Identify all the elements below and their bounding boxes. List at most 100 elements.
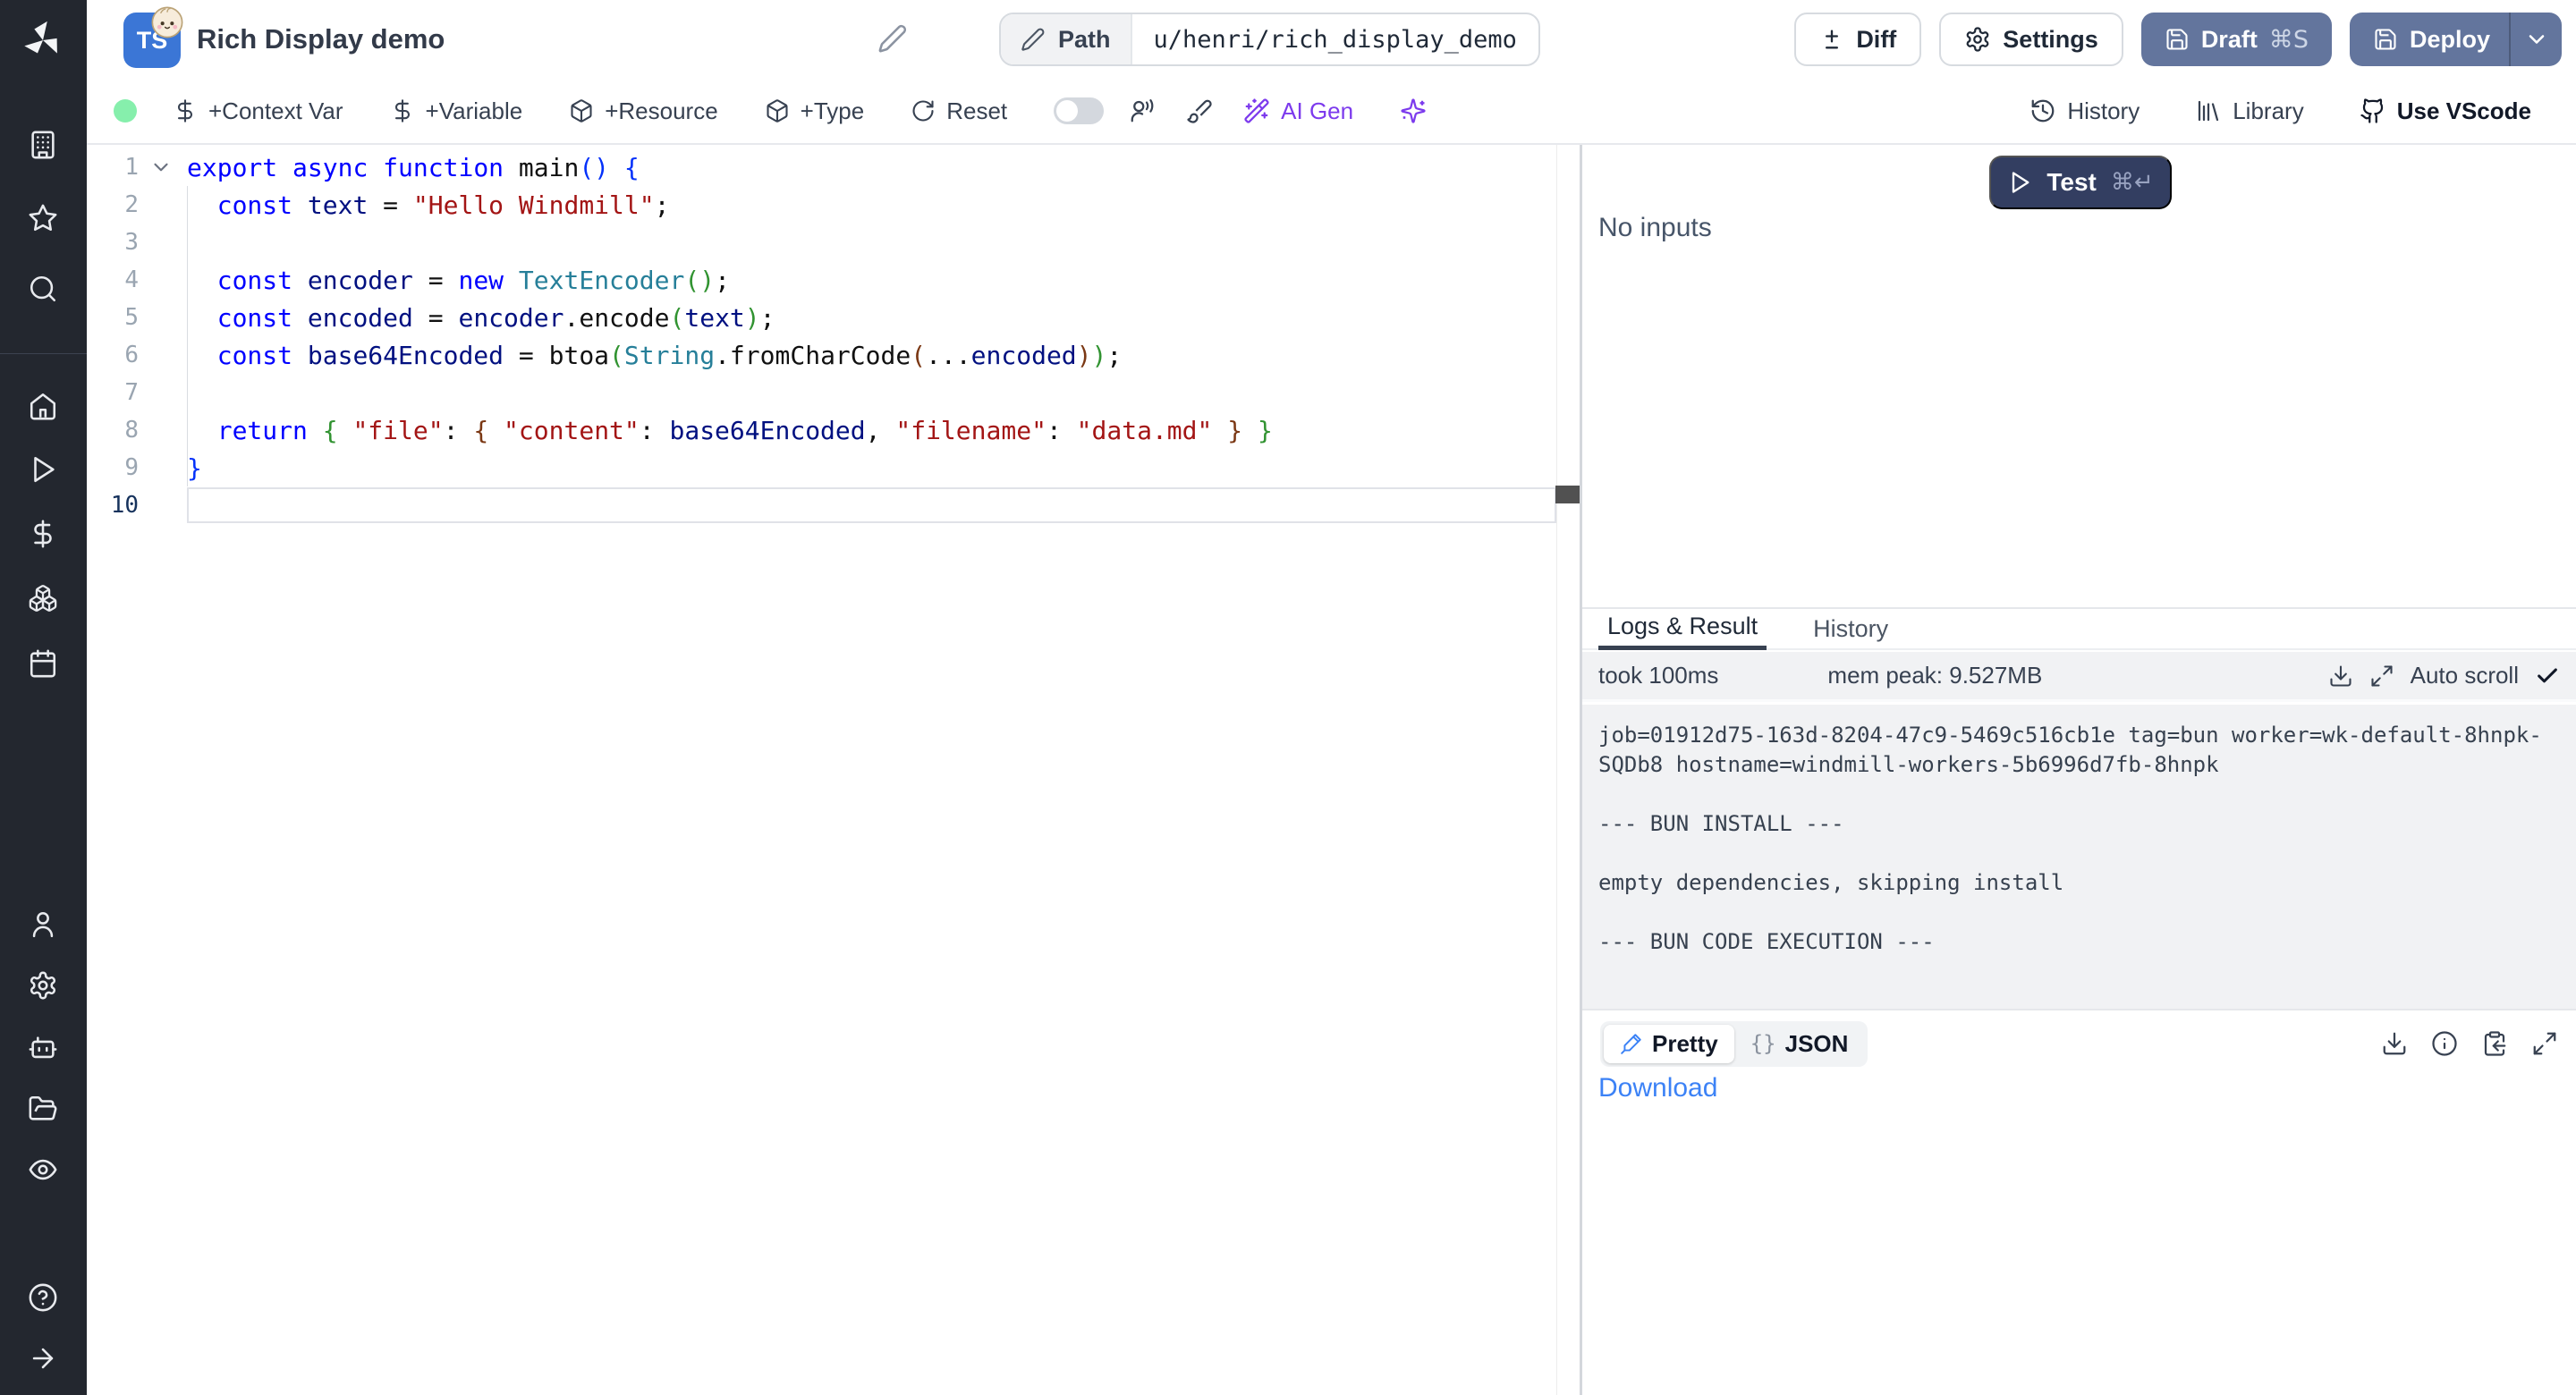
line-number: 10: [87, 492, 139, 519]
audit-logs-eye-icon[interactable]: [28, 1154, 58, 1185]
run-panel: Test ⌘↵ No inputs Logs & Result History …: [1582, 145, 2576, 1395]
ai-sparkles-icon[interactable]: [1400, 97, 1427, 124]
no-inputs-text: No inputs: [1598, 213, 1712, 243]
format-brush-icon[interactable]: [1186, 97, 1213, 124]
line-number: 9: [87, 454, 139, 481]
add-resource-button[interactable]: +Resource: [569, 97, 717, 125]
diff-button[interactable]: Diff: [1794, 13, 1921, 66]
workspace-icon[interactable]: [28, 130, 58, 160]
draft-button[interactable]: Draft ⌘S: [2141, 13, 2332, 66]
home-icon[interactable]: [28, 391, 58, 421]
result-download-link[interactable]: Download: [1598, 1073, 1717, 1103]
job-logs-text: job=01912d75-163d-8204-47c9-5469c516cb1e…: [1598, 721, 2561, 957]
code-line[interactable]: 9}: [87, 449, 1580, 486]
resources-boxes-icon[interactable]: [28, 583, 58, 613]
draft-label: Draft: [2201, 26, 2258, 54]
code-line[interactable]: 1export async function main() {: [87, 148, 1580, 186]
edit-summary-pencil-icon[interactable]: [877, 23, 908, 54]
download-logs-icon[interactable]: [2328, 664, 2353, 689]
code-editor[interactable]: 1export async function main() {2 const t…: [87, 145, 1580, 1395]
deploy-label: Deploy: [2410, 26, 2490, 54]
code-line[interactable]: 6 const base64Encoded = btoa(String.from…: [87, 336, 1580, 374]
save-icon: [2373, 27, 2398, 52]
code-line[interactable]: 5 const encoded = encoder.encode(text);: [87, 299, 1580, 336]
draft-shortcut: ⌘S: [2269, 26, 2309, 54]
ai-gen-button[interactable]: AI Gen: [1243, 97, 1353, 125]
path-label-section[interactable]: Path: [1001, 14, 1132, 64]
save-icon: [2165, 27, 2190, 52]
bun-runtime-icon: [150, 5, 184, 39]
help-icon[interactable]: [28, 1282, 58, 1313]
top-bar-actions: Diff Settings Draft ⌘S Deploy: [1794, 13, 2562, 66]
users-icon[interactable]: [28, 909, 58, 940]
library-button[interactable]: Library: [2195, 97, 2303, 125]
pencil-icon: [1021, 27, 1046, 52]
use-vscode-button[interactable]: Use VScode: [2360, 97, 2531, 125]
download-result-icon[interactable]: [2381, 1030, 2408, 1057]
pretty-label: Pretty: [1652, 1030, 1718, 1058]
tab-history[interactable]: History: [1804, 607, 1897, 650]
expand-result-icon[interactable]: [2531, 1030, 2558, 1057]
top-bar: TS Rich Display demo Path u/henri/rich_d…: [87, 0, 2576, 79]
result-view-switch: Pretty {} JSON: [1600, 1021, 1868, 1067]
path-value[interactable]: u/henri/rich_display_demo: [1132, 14, 1538, 64]
braces-icon: {}: [1750, 1031, 1776, 1056]
play-icon: [2007, 170, 2032, 195]
workers-robot-icon[interactable]: [28, 1033, 58, 1063]
result-view-json[interactable]: {} JSON: [1734, 1025, 1865, 1063]
variables-dollar-icon[interactable]: [28, 519, 58, 549]
settings-gear-icon[interactable]: [28, 970, 58, 1001]
add-type-button[interactable]: +Type: [765, 97, 865, 125]
runs-play-icon[interactable]: [28, 454, 58, 485]
code-line[interactable]: 10: [87, 486, 1580, 524]
code-line[interactable]: 4 const encoder = new TextEncoder();: [87, 261, 1580, 299]
editor-toolbar: +Context Var +Variable +Resource +Type R…: [87, 79, 2576, 145]
favorites-star-icon[interactable]: [28, 203, 58, 233]
multiplayer-users-icon[interactable]: [1129, 97, 1156, 124]
line-number: 3: [87, 229, 139, 256]
history-button[interactable]: History: [2029, 97, 2140, 125]
auto-scroll-check-icon[interactable]: [2535, 664, 2560, 689]
settings-button[interactable]: Settings: [1939, 13, 2123, 66]
editor-toolbar-right: History Library Use VScode: [2029, 97, 2576, 125]
code-lines: 1export async function main() {2 const t…: [87, 148, 1580, 524]
auto-scroll-label[interactable]: Auto scroll: [2411, 662, 2519, 689]
line-number: 6: [87, 342, 139, 368]
tab-logs-result[interactable]: Logs & Result: [1598, 607, 1767, 650]
deploy-button[interactable]: Deploy: [2350, 13, 2562, 66]
test-shortcut: ⌘↵: [2111, 169, 2154, 196]
expand-logs-icon[interactable]: [2369, 664, 2394, 689]
job-logs[interactable]: job=01912d75-163d-8204-47c9-5469c516cb1e…: [1582, 705, 2576, 1009]
add-context-var-button[interactable]: +Context Var: [173, 97, 343, 125]
fold-chevron-icon[interactable]: [149, 156, 173, 179]
chevron-down-icon[interactable]: [2524, 27, 2549, 52]
deploy-split-divider: [2509, 13, 2511, 66]
schedules-calendar-icon[interactable]: [28, 648, 58, 679]
overview-ruler-cursor-mark[interactable]: [1555, 486, 1580, 503]
multiplayer-toggle[interactable]: [1054, 97, 1104, 124]
windmill-script-editor: TS Rich Display demo Path u/henri/rich_d…: [0, 0, 2576, 1395]
add-variable-button[interactable]: +Variable: [390, 97, 523, 125]
result-info-icon[interactable]: [2431, 1030, 2458, 1057]
code-line[interactable]: 3: [87, 224, 1580, 261]
copy-result-icon[interactable]: [2481, 1030, 2508, 1057]
code-line[interactable]: 7: [87, 374, 1580, 411]
search-icon[interactable]: [28, 274, 58, 304]
result-toolbar: Pretty {} JSON: [1582, 1009, 2576, 1077]
add-variable-label: +Variable: [426, 97, 523, 125]
test-run-button[interactable]: Test ⌘↵: [1989, 156, 2172, 209]
diff-icon: [1819, 27, 1844, 52]
settings-label: Settings: [2003, 26, 2098, 54]
reset-button[interactable]: Reset: [911, 97, 1007, 125]
job-duration: took 100ms: [1598, 662, 1718, 689]
code-line[interactable]: 2 const text = "Hello Windmill";: [87, 186, 1580, 224]
panel-resize-handle[interactable]: [1580, 145, 1582, 1395]
result-view-pretty[interactable]: Pretty: [1604, 1025, 1734, 1063]
code-line[interactable]: 8 return { "file": { "content": base64En…: [87, 411, 1580, 449]
history-label: History: [2067, 97, 2140, 125]
folders-icon[interactable]: [28, 1094, 58, 1124]
path-editor[interactable]: Path u/henri/rich_display_demo: [999, 13, 1540, 66]
add-context-var-label: +Context Var: [208, 97, 343, 125]
windmill-logo-icon[interactable]: [21, 18, 64, 61]
expand-sidebar-arrow-icon[interactable]: [28, 1343, 58, 1374]
